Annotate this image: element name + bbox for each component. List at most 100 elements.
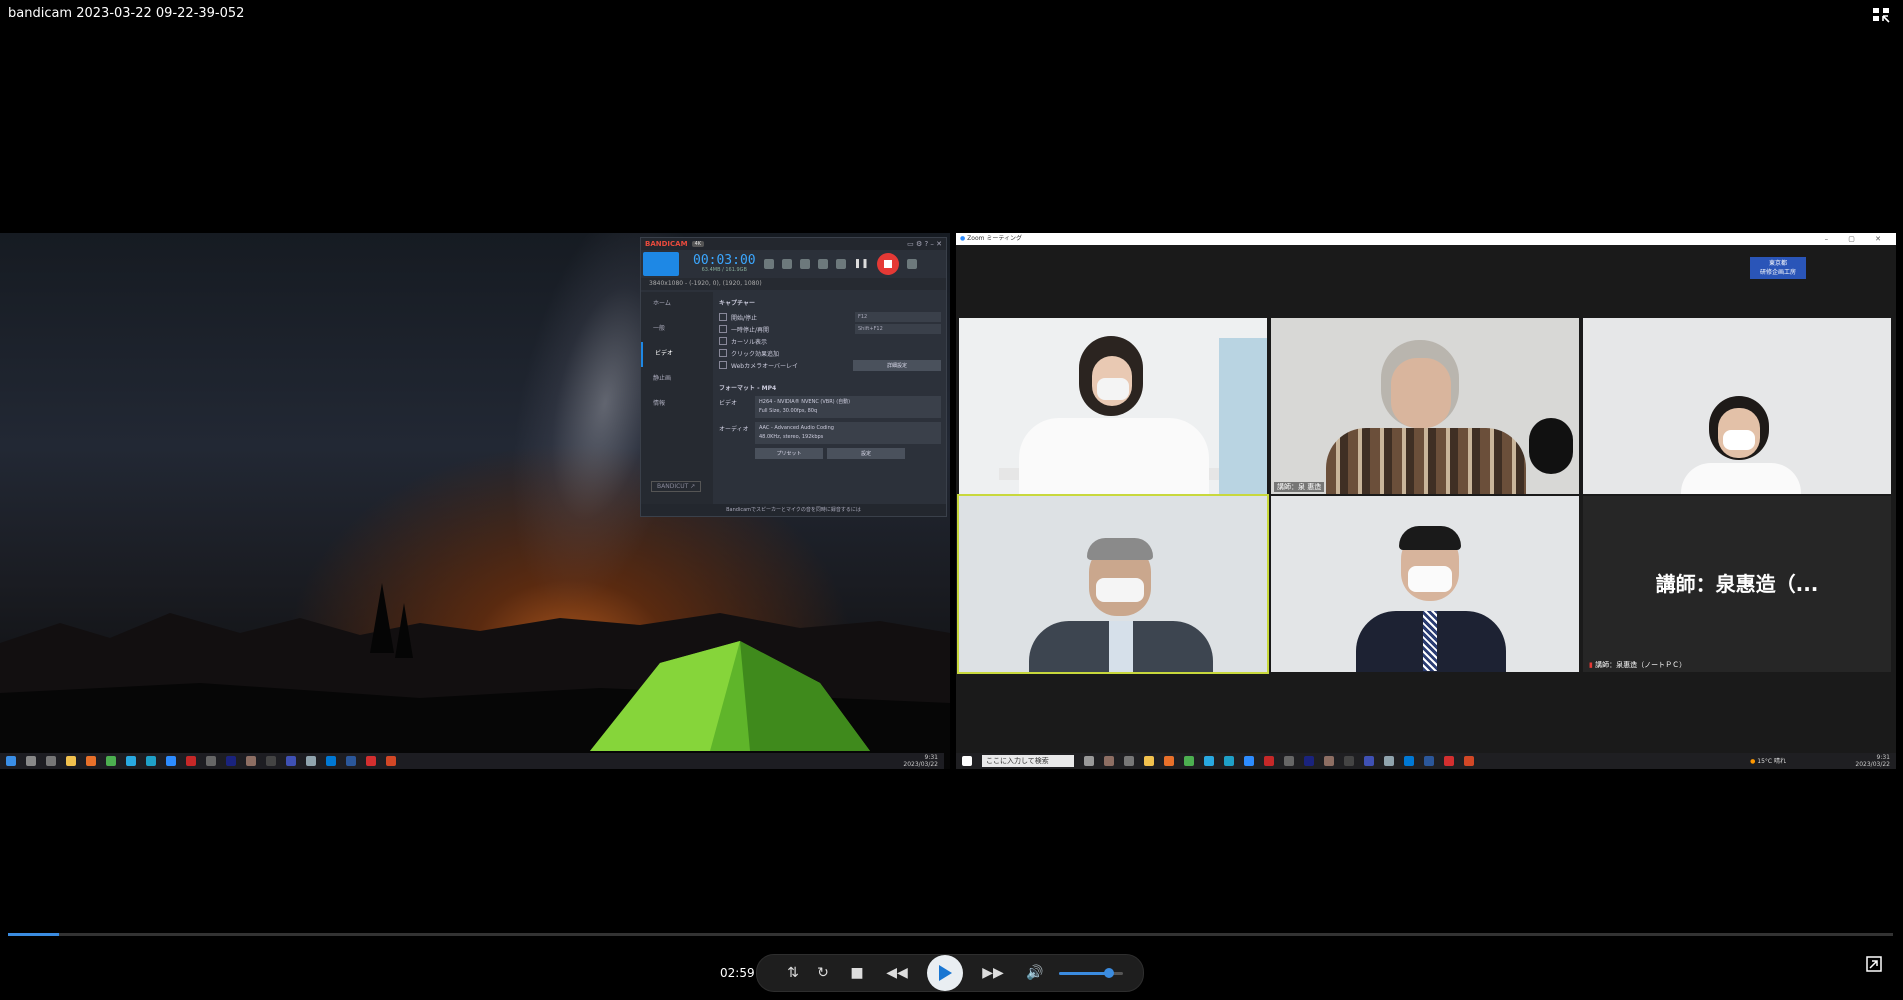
stop-record-button[interactable] xyxy=(876,253,899,275)
hotkey-field[interactable]: Shift+F12 xyxy=(855,324,941,334)
edge-icon[interactable] xyxy=(1224,756,1234,766)
chrome-icon[interactable] xyxy=(1184,756,1194,766)
app-icon[interactable] xyxy=(1284,756,1294,766)
edge-icon[interactable] xyxy=(146,756,156,766)
app-icon[interactable] xyxy=(246,756,256,766)
mini-player-icon[interactable] xyxy=(1866,956,1882,972)
rewind-icon[interactable]: ◀◀ xyxy=(883,963,911,983)
camera-app-icon[interactable] xyxy=(306,756,316,766)
app-icon[interactable] xyxy=(266,756,276,766)
folder-icon[interactable] xyxy=(66,756,76,766)
advanced-settings-button[interactable]: 詳細設定 xyxy=(853,359,941,371)
firefox-icon[interactable] xyxy=(1164,756,1174,766)
task-view-icon[interactable] xyxy=(1124,756,1134,766)
bandicam-footer[interactable]: Bandicamでスピーカーとマイクの音を同時に録音するには xyxy=(641,504,946,516)
powerpoint-icon[interactable] xyxy=(386,756,396,766)
option-webcam-overlay[interactable]: Webカメラオーバーレイ 詳細設定 xyxy=(719,359,941,371)
exit-fullscreen-icon[interactable] xyxy=(1871,6,1891,24)
hotkey-field[interactable]: F12 xyxy=(855,312,941,322)
stop-icon[interactable]: ■ xyxy=(847,963,867,983)
option-click-effect[interactable]: クリック効果追加 xyxy=(719,347,941,359)
participant-tile-6-video-off[interactable]: 講師：泉惠造（... ▮ 講師：泉惠造（ノートＰＣ） xyxy=(1583,496,1891,672)
skype-icon[interactable] xyxy=(1204,756,1214,766)
skype-icon[interactable] xyxy=(126,756,136,766)
play-button[interactable] xyxy=(927,955,963,991)
sidebar-item-home[interactable]: ホーム xyxy=(641,292,713,317)
option-start-stop[interactable]: 開始/停止 F12 xyxy=(719,311,941,323)
zoom-icon[interactable] xyxy=(1244,756,1254,766)
outlook-icon[interactable] xyxy=(1404,756,1414,766)
face-mask xyxy=(1408,566,1452,592)
window-controls-icon[interactable]: ▭ ⚙ ? – ✕ xyxy=(907,240,942,248)
screen-capture-mode-button[interactable] xyxy=(643,252,679,276)
start-icon[interactable] xyxy=(962,756,972,766)
participant-tile-1[interactable] xyxy=(959,318,1267,494)
window-controls-icon[interactable]: – ▢ ✕ xyxy=(1825,233,1890,245)
weather-widget[interactable]: ● 15°C 晴れ xyxy=(1750,756,1786,765)
seek-bar[interactable] xyxy=(8,933,1893,936)
checkbox-checked[interactable] xyxy=(719,313,727,321)
app-icon[interactable] xyxy=(1104,756,1114,766)
option-label: 開始/停止 xyxy=(731,314,758,322)
bandicam-icon[interactable] xyxy=(1264,756,1274,766)
sidebar-item-general[interactable]: 一般 xyxy=(641,317,713,342)
camera-icon[interactable] xyxy=(906,259,917,269)
video-frame[interactable]: BANDICAM 4K ▭ ⚙ ? – ✕ 00:03:00 63.4MB / … xyxy=(0,233,1903,769)
outlook-icon[interactable] xyxy=(326,756,336,766)
participant-tile-2[interactable]: 講師：泉 惠造 xyxy=(1271,318,1579,494)
checkbox[interactable] xyxy=(719,361,727,369)
powerpoint-icon[interactable] xyxy=(1464,756,1474,766)
speaker-icon[interactable] xyxy=(781,259,792,269)
acrobat-icon[interactable] xyxy=(366,756,376,766)
app-icon[interactable] xyxy=(226,756,236,766)
sidebar-item-video[interactable]: ビデオ xyxy=(641,342,713,367)
ab-repeat-icon[interactable]: ⇅ xyxy=(783,963,803,983)
word-icon[interactable] xyxy=(346,756,356,766)
microphone-icon[interactable] xyxy=(799,259,810,269)
app-icon[interactable] xyxy=(1364,756,1374,766)
word-icon[interactable] xyxy=(1424,756,1434,766)
format-settings-button[interactable]: 設定 xyxy=(827,448,905,459)
acrobat-icon[interactable] xyxy=(1444,756,1454,766)
camera-app-icon[interactable] xyxy=(1384,756,1394,766)
app-icon[interactable] xyxy=(1304,756,1314,766)
fast-forward-icon[interactable]: ▶▶ xyxy=(979,963,1007,983)
resolution-bar[interactable]: 3840x1080 - (-1920, 0), (1920, 1080) xyxy=(641,278,946,290)
cursor-icon[interactable] xyxy=(817,259,828,269)
search-icon[interactable] xyxy=(26,756,36,766)
sidebar-item-about[interactable]: 情報 xyxy=(641,392,713,417)
folder-icon[interactable] xyxy=(1144,756,1154,766)
preset-button[interactable]: プリセット xyxy=(755,448,823,459)
app-icon[interactable] xyxy=(1324,756,1334,766)
bandicut-button[interactable]: BANDICUT ↗ xyxy=(651,481,702,492)
app-icon[interactable] xyxy=(286,756,296,766)
task-view-icon[interactable] xyxy=(46,756,56,766)
chrome-icon[interactable] xyxy=(106,756,116,766)
start-icon[interactable] xyxy=(6,756,16,766)
app-icon[interactable] xyxy=(206,756,216,766)
app-icon[interactable] xyxy=(1344,756,1354,766)
bandicam-icon[interactable] xyxy=(186,756,196,766)
bandicam-video-settings: キャプチャー 開始/停止 F12 一時停止/再開 Shift+F12 カーソル表示 … xyxy=(719,298,941,459)
pause-icon[interactable]: ❚❚ xyxy=(854,259,869,269)
checkbox[interactable] xyxy=(719,349,727,357)
checkbox-checked[interactable] xyxy=(719,337,727,345)
checkbox[interactable] xyxy=(719,325,727,333)
app-icon[interactable] xyxy=(1084,756,1094,766)
option-pause-resume[interactable]: 一時停止/再開 Shift+F12 xyxy=(719,323,941,335)
firefox-icon[interactable] xyxy=(86,756,96,766)
face-mask xyxy=(1096,578,1144,602)
participant-tile-5[interactable] xyxy=(1271,496,1579,672)
option-show-cursor[interactable]: カーソル表示 xyxy=(719,335,941,347)
volume-icon[interactable]: 🔊 xyxy=(1025,963,1045,983)
text-icon[interactable] xyxy=(835,259,846,269)
taskbar-search-input[interactable]: ここに入力して検索 xyxy=(982,755,1074,767)
participant-tile-4-active-speaker[interactable] xyxy=(957,494,1269,674)
participant-tile-3[interactable] xyxy=(1583,318,1891,494)
volume-slider[interactable] xyxy=(1059,968,1123,978)
webcam-icon[interactable] xyxy=(763,259,774,269)
zoom-icon[interactable] xyxy=(166,756,176,766)
repeat-icon[interactable]: ↻ xyxy=(813,963,833,983)
sidebar-item-image[interactable]: 静止画 xyxy=(641,367,713,392)
volume-knob[interactable] xyxy=(1103,968,1114,978)
